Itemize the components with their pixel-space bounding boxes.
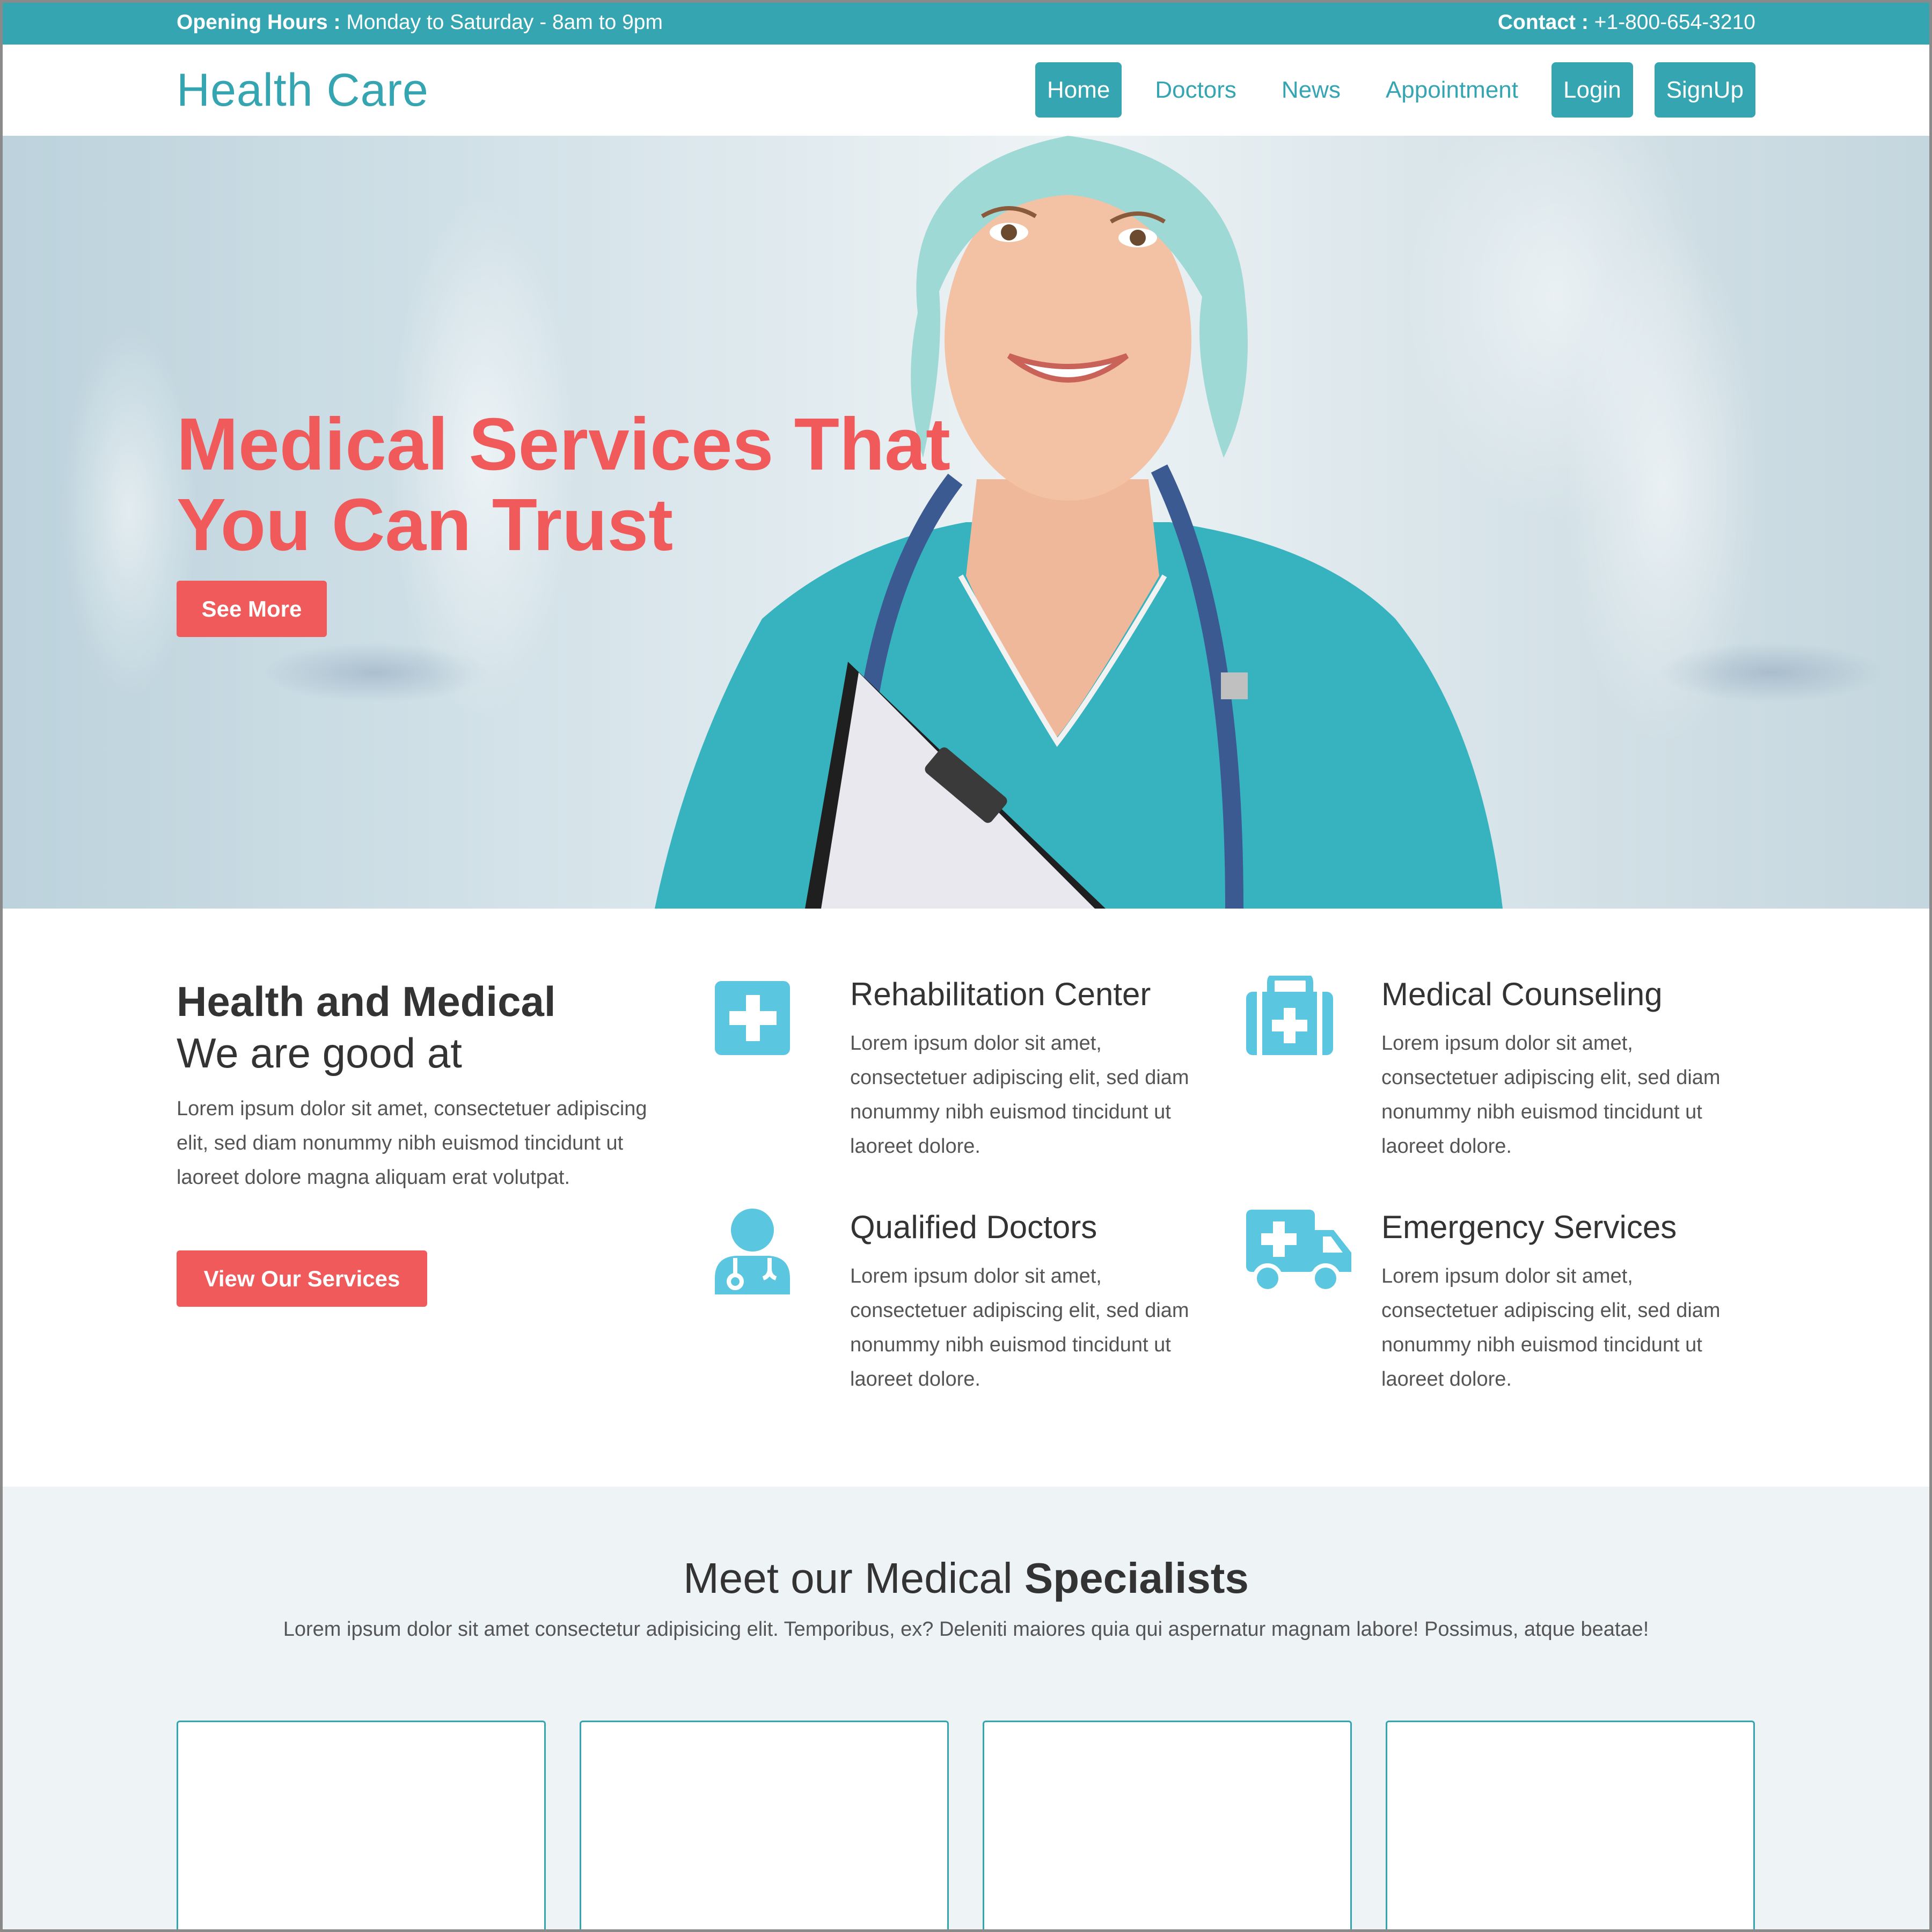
hero-title-line-2: You Can Trust bbox=[177, 484, 674, 566]
ambulance-icon bbox=[1246, 1210, 1351, 1293]
service-title: Medical Counseling bbox=[1381, 976, 1663, 1012]
signup-button[interactable]: SignUp bbox=[1654, 62, 1755, 118]
contact-info: Contact : +1-800-654-3210 bbox=[1498, 11, 1755, 34]
services-heading-light: We are good at bbox=[177, 1029, 462, 1077]
medical-kit-icon bbox=[1246, 976, 1333, 1055]
specialists-subtitle: Lorem ipsum dolor sit amet consectetur a… bbox=[283, 1618, 1649, 1641]
service-title: Emergency Services bbox=[1381, 1209, 1677, 1245]
contact-phone[interactable]: +1-800-654-3210 bbox=[1589, 11, 1755, 34]
specialists-title-bold: Specialists bbox=[1024, 1554, 1249, 1602]
opening-hours-value: Monday to Saturday - 8am to 9pm bbox=[340, 11, 663, 34]
doctor-icon bbox=[715, 1209, 790, 1294]
specialists-section: Meet our Medical Specialists Lorem ipsum… bbox=[0, 1487, 1932, 1932]
specialists-title: Meet our Medical Specialists bbox=[0, 1554, 1932, 1603]
services-intro: Health and Medical We are good at Lorem … bbox=[177, 976, 686, 1195]
hero-banner: Medical Services That You Can Trust See … bbox=[0, 136, 1932, 909]
specialists-title-light: Meet our Medical bbox=[683, 1554, 1024, 1602]
specialist-card[interactable] bbox=[1386, 1721, 1755, 1932]
service-text: Lorem ipsum dolor sit amet, consectetuer… bbox=[1381, 1032, 1721, 1158]
service-text: Lorem ipsum dolor sit amet, consectetuer… bbox=[1381, 1265, 1721, 1391]
nav-appointment[interactable]: Appointment bbox=[1374, 62, 1530, 118]
service-title: Rehabilitation Center bbox=[850, 976, 1151, 1012]
nav-home[interactable]: Home bbox=[1035, 62, 1122, 118]
site-header: Health Care Home Doctors News Appointmen… bbox=[0, 45, 1932, 136]
opening-hours-label: Opening Hours : bbox=[177, 11, 341, 34]
specialist-card[interactable] bbox=[580, 1721, 949, 1932]
services-heading-bold: Health and Medical bbox=[177, 978, 556, 1025]
specialist-card[interactable] bbox=[983, 1721, 1352, 1932]
plus-square-icon bbox=[715, 981, 790, 1055]
view-services-button[interactable]: View Our Services bbox=[177, 1250, 427, 1307]
opening-hours: Opening Hours : Monday to Saturday - 8am… bbox=[177, 11, 663, 34]
contact-label: Contact : bbox=[1497, 11, 1589, 34]
site-logo[interactable]: Health Care bbox=[177, 64, 429, 117]
nav-news[interactable]: News bbox=[1270, 62, 1352, 118]
see-more-button[interactable]: See More bbox=[177, 581, 327, 637]
service-text: Lorem ipsum dolor sit amet, consectetuer… bbox=[850, 1265, 1189, 1391]
login-button[interactable]: Login bbox=[1552, 62, 1633, 118]
hero-title-line-1: Medical Services That bbox=[177, 403, 950, 486]
specialist-card[interactable] bbox=[177, 1721, 546, 1932]
main-nav: Home Doctors News Appointment Login Sign… bbox=[1035, 62, 1755, 118]
nav-doctors[interactable]: Doctors bbox=[1143, 62, 1248, 118]
service-text: Lorem ipsum dolor sit amet, consectetuer… bbox=[850, 1032, 1189, 1158]
top-info-bar: Opening Hours : Monday to Saturday - 8am… bbox=[0, 0, 1932, 45]
hero-title: Medical Services That You Can Trust bbox=[177, 404, 1035, 565]
services-intro-text: Lorem ipsum dolor sit amet, consectetuer… bbox=[177, 1097, 647, 1189]
service-title: Qualified Doctors bbox=[850, 1209, 1097, 1245]
